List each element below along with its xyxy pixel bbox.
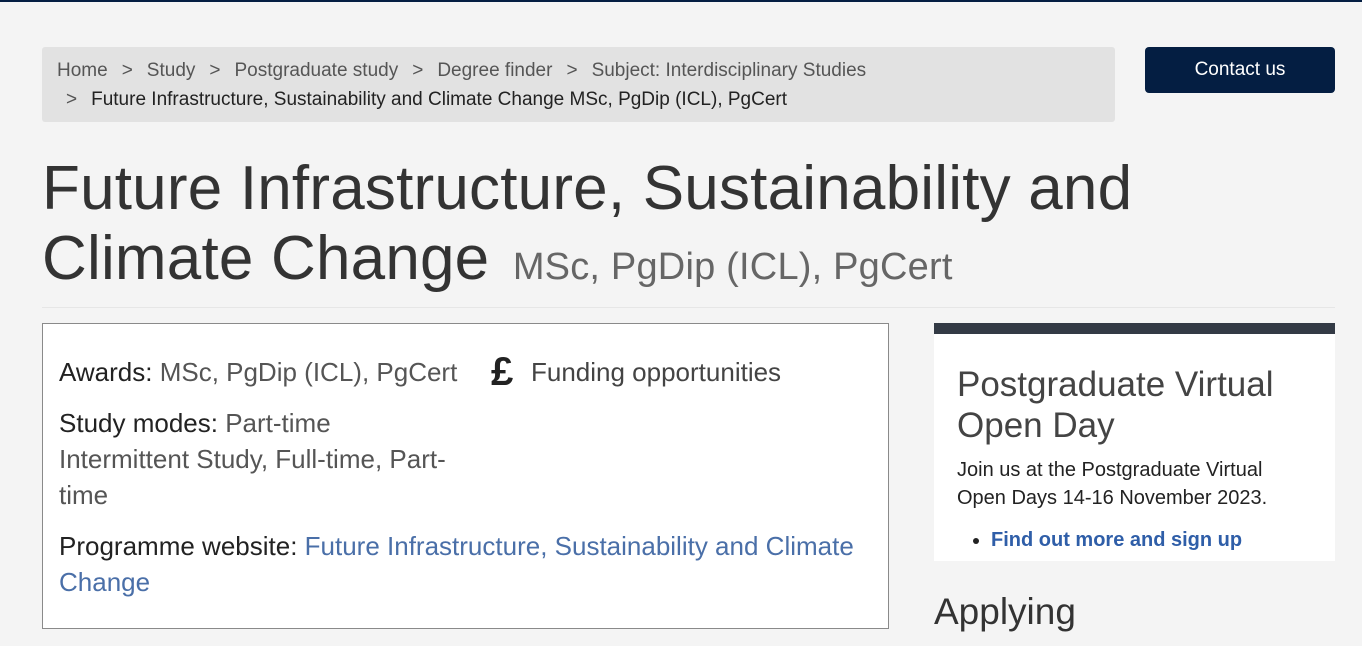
list-item: Find out more and sign up [991,526,1312,554]
open-day-title: Postgraduate Virtual Open Day [957,365,1274,445]
breadcrumb-separator: > [566,60,578,81]
title-divider [42,307,1335,308]
breadcrumb-degree-finder[interactable]: Degree finder [437,60,552,81]
contact-us-button[interactable]: Contact us [1145,47,1335,93]
breadcrumb-separator: > [412,60,424,81]
breadcrumb-home[interactable]: Home [57,60,108,81]
programme-website-label: Programme website: [59,531,298,561]
top-accent-bar [0,0,1362,2]
open-day-text: Join us at the Postgraduate Virtual Open… [957,459,1268,509]
page-title: Future Infrastructure, Sustainability an… [42,154,1332,302]
programme-facts: Awards: MSc, PgDip (ICL), PgCert Study m… [59,354,459,528]
awards-row: Awards: MSc, PgDip (ICL), PgCert [59,354,459,390]
applying-heading: Applying [934,591,1076,632]
study-modes-label: Study modes: [59,408,218,438]
breadcrumb-separator: > [121,60,133,81]
breadcrumb-current: Future Infrastructure, Sustainability an… [91,89,788,110]
programme-website-row: Programme website: Future Infrastructure… [59,528,879,600]
open-day-panel: Postgraduate Virtual Open Day Join us at… [934,334,1335,561]
programme-info-box: Awards: MSc, PgDip (ICL), PgCert Study m… [42,323,889,629]
breadcrumb-line-2: > Future Infrastructure, Sustainability a… [57,85,1100,114]
breadcrumb-separator: > [66,89,78,110]
breadcrumb-line-1: Home > Study > Postgraduate study > Degree fin… [57,56,1100,85]
funding-opportunities-link[interactable]: £ Funding opportunities [491,350,782,394]
breadcrumb-postgraduate-study[interactable]: Postgraduate study [235,60,399,81]
sidebar-accent-bar [934,323,1335,334]
study-modes-row: Study modes: Part-time Intermittent Stud… [59,405,459,513]
breadcrumb-subject[interactable]: Subject: Interdisciplinary Studies [592,60,867,81]
breadcrumb: Home > Study > Postgraduate study > Degree fin… [42,47,1115,122]
awards-value: MSc, PgDip (ICL), PgCert [159,357,458,387]
page-title-awards: MSc, PgDip (ICL), PgCert [512,246,953,288]
open-day-signup-link[interactable]: Find out more and sign up [991,529,1242,551]
open-day-links: Find out more and sign up [957,526,1312,554]
breadcrumb-study[interactable]: Study [147,60,196,81]
awards-label: Awards: [59,357,153,387]
pound-icon: £ [491,350,514,394]
funding-opportunities-label: Funding opportunities [531,357,782,387]
breadcrumb-separator: > [209,60,221,81]
